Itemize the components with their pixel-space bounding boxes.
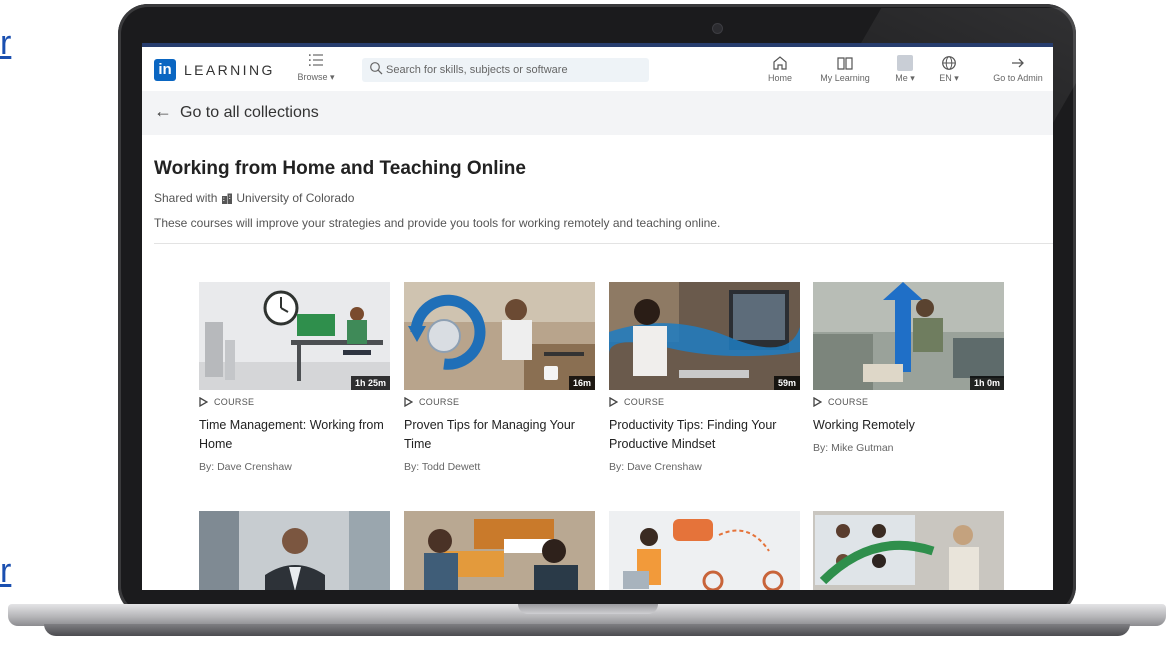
search-bar[interactable] [362, 58, 649, 82]
book-icon [837, 57, 853, 70]
collection-title: Working from Home and Teaching Online [154, 158, 526, 179]
nav-me[interactable]: Me ▾ [890, 53, 920, 84]
course-card[interactable] [609, 511, 800, 590]
edge-link-bottom[interactable]: r [0, 552, 11, 591]
linkedin-logo[interactable]: in [154, 59, 176, 81]
nav-home-label: Home [767, 73, 792, 83]
collection-description: These courses will improve your strategi… [154, 216, 721, 230]
course-type: COURSE [828, 397, 869, 407]
brand-name: LEARNING [184, 62, 275, 78]
camera-icon [712, 23, 723, 34]
arrow-right-icon [1012, 58, 1024, 68]
course-duration: 1h 25m [350, 376, 390, 390]
nav-go-to-admin[interactable]: Go to Admin [988, 53, 1048, 83]
course-title[interactable]: Productivity Tips: Finding Your Producti… [609, 416, 800, 454]
course-type: COURSE [214, 397, 255, 407]
course-duration: 59m [773, 376, 800, 390]
nav-me-label: Me [895, 73, 908, 83]
back-link[interactable]: ← Go to all collections [142, 91, 1053, 135]
course-duration: 1h 0m [969, 376, 1004, 390]
course-type: COURSE [624, 397, 665, 407]
arrow-left-icon: ← [154, 101, 172, 121]
nav-language-label: EN [939, 73, 952, 83]
list-icon [294, 53, 338, 72]
course-thumbnail[interactable]: 1h 25m [199, 282, 390, 390]
play-icon [199, 397, 208, 407]
course-author: By: Dave Crenshaw [609, 461, 702, 473]
nav-language[interactable]: EN ▾ [934, 53, 964, 84]
play-icon [813, 397, 822, 407]
course-thumbnail[interactable]: 59m [609, 282, 800, 390]
course-card[interactable] [199, 511, 390, 590]
screen: in LEARNING Browse ▾ Home My Learning Me… [142, 43, 1053, 590]
course-author: By: Mike Gutman [813, 442, 894, 454]
shared-with-org[interactable]: University of Colorado [236, 191, 354, 205]
home-icon [773, 56, 787, 70]
course-author: By: Dave Crenshaw [199, 461, 292, 473]
course-card[interactable]: 16m COURSE Proven Tips for Managing Your… [404, 282, 595, 473]
course-thumbnail[interactable] [609, 511, 800, 590]
course-card[interactable]: 1h 25m COURSE Time Management: Working f… [199, 282, 390, 473]
search-input[interactable] [386, 58, 641, 82]
nav-my-learning-label: My Learning [820, 73, 870, 83]
course-card[interactable]: 59m COURSE Productivity Tips: Finding Yo… [609, 282, 800, 473]
browse-label: Browse [297, 72, 328, 82]
course-thumbnail[interactable]: 16m [404, 282, 595, 390]
edge-link-top[interactable]: r [0, 24, 11, 63]
course-title[interactable]: Proven Tips for Managing Your Time [404, 416, 595, 454]
globe-icon [942, 56, 956, 70]
back-link-label: Go to all collections [180, 104, 319, 121]
shared-with: Shared with University of Colorado [154, 191, 354, 205]
course-thumbnail[interactable] [404, 511, 595, 590]
browse-menu[interactable]: Browse ▾ [294, 53, 338, 83]
course-thumbnail[interactable]: 1h 0m [813, 282, 1004, 390]
play-icon [404, 397, 413, 407]
course-duration: 16m [568, 376, 595, 390]
course-card[interactable] [404, 511, 595, 590]
avatar [897, 55, 913, 71]
course-card[interactable]: 1h 0m COURSE Working Remotely By: Mike G… [813, 282, 1004, 454]
nav-go-to-admin-label: Go to Admin [993, 73, 1043, 83]
shared-prefix: Shared with [154, 191, 218, 205]
nav-home[interactable]: Home [762, 53, 798, 83]
course-type: COURSE [419, 397, 460, 407]
course-thumbnail[interactable] [813, 511, 1004, 590]
course-title[interactable]: Time Management: Working from Home [199, 416, 390, 454]
play-icon [609, 397, 618, 407]
course-thumbnail[interactable] [199, 511, 390, 590]
search-icon [370, 62, 383, 75]
course-title[interactable]: Working Remotely [813, 416, 1004, 435]
organization-icon [222, 193, 233, 204]
nav-my-learning[interactable]: My Learning [814, 53, 876, 83]
course-card[interactable] [813, 511, 1004, 590]
course-author: By: Todd Dewett [404, 461, 481, 473]
top-navbar: in LEARNING Browse ▾ Home My Learning Me… [142, 47, 1053, 92]
